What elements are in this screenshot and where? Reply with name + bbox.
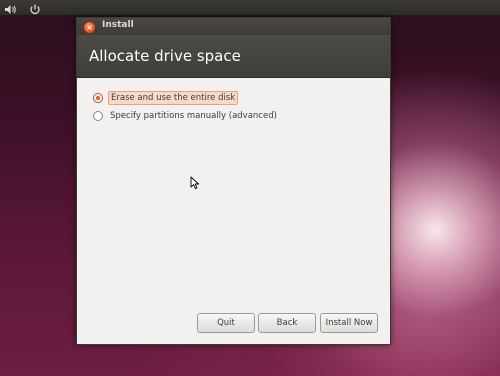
mouse-pointer-icon — [190, 175, 200, 190]
volume-icon[interactable] — [4, 1, 18, 14]
quit-button[interactable]: Quit — [197, 313, 255, 333]
option-erase-disk-label[interactable]: Erase and use the entire disk — [108, 91, 239, 105]
window-title: Install — [102, 20, 134, 30]
page-title: Allocate drive space — [89, 47, 241, 65]
option-manual-partitions-label[interactable]: Specify partitions manually (advanced) — [108, 110, 279, 122]
top-panel — [0, 0, 500, 16]
installer-window: × Install Allocate drive space Erase and… — [76, 17, 391, 345]
power-icon[interactable] — [28, 1, 42, 15]
option-erase-disk[interactable]: Erase and use the entire disk — [93, 91, 239, 105]
page-header: Allocate drive space — [77, 35, 390, 78]
option-manual-partitions[interactable]: Specify partitions manually (advanced) — [93, 109, 279, 123]
back-button[interactable]: Back — [258, 313, 316, 333]
radio-manual-partitions[interactable] — [93, 111, 103, 121]
close-icon[interactable]: × — [83, 21, 96, 34]
window-titlebar[interactable]: × Install — [77, 18, 390, 35]
install-now-button[interactable]: Install Now — [320, 313, 378, 333]
radio-erase-disk[interactable] — [93, 93, 103, 103]
